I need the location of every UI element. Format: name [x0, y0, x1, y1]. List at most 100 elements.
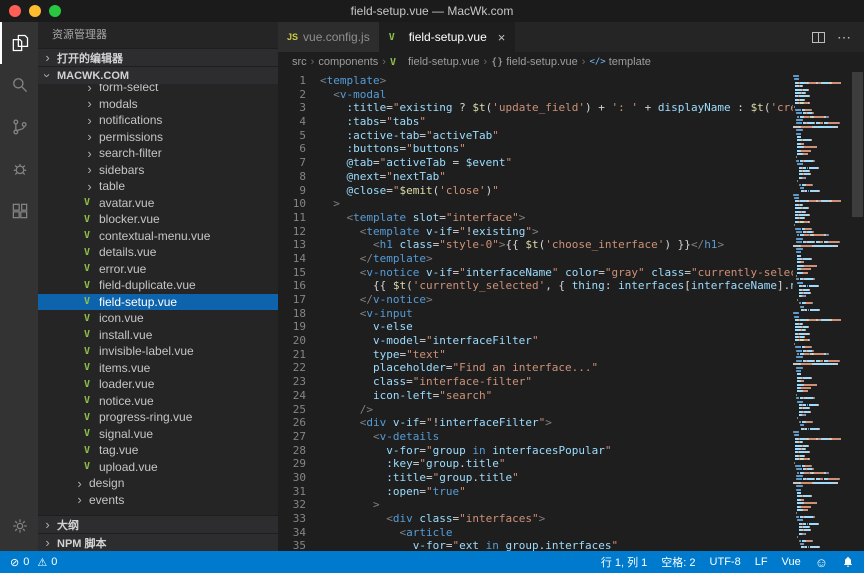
tree-item-form-select[interactable]: ›form-select: [38, 84, 278, 96]
tree-item-details.vue[interactable]: Vdetails.vue: [38, 244, 278, 261]
file-label: icon.vue: [99, 311, 144, 325]
minimize-window-button[interactable]: [29, 5, 41, 17]
tree-item-upload.vue[interactable]: Vupload.vue: [38, 459, 278, 476]
minimap-line: [793, 89, 851, 91]
vue-file-icon: V: [84, 263, 95, 274]
tree-item-contextual-menu.vue[interactable]: Vcontextual-menu.vue: [38, 228, 278, 245]
tree-item-tag.vue[interactable]: Vtag.vue: [38, 442, 278, 459]
minimap-line: [793, 224, 851, 226]
explorer-icon[interactable]: [0, 22, 38, 64]
code-line-20: v-model="interfaceFilter": [320, 334, 793, 348]
tree-item-error.vue[interactable]: Verror.vue: [38, 261, 278, 278]
line-number: 20: [278, 334, 306, 348]
close-window-button[interactable]: [9, 5, 21, 17]
encoding-indicator[interactable]: UTF-8: [710, 556, 741, 568]
scrollbar-thumb[interactable]: [852, 72, 863, 217]
tab-vue.config.js[interactable]: JSvue.config.js: [278, 22, 380, 52]
file-label: loader.vue: [99, 377, 154, 391]
chevron-down-icon: ›: [41, 70, 54, 81]
tab-field-setup.vue[interactable]: Vfield-setup.vue×: [380, 22, 516, 52]
minimap-line: [793, 207, 851, 209]
project-section-header[interactable]: › MACWK.COM: [38, 66, 278, 84]
file-label: field-setup.vue: [99, 295, 177, 309]
minimap[interactable]: [793, 72, 851, 551]
zoom-window-button[interactable]: [49, 5, 61, 17]
tree-item-avatar.vue[interactable]: Vavatar.vue: [38, 195, 278, 212]
breadcrumb-src[interactable]: src: [292, 56, 307, 68]
problems-indicator[interactable]: ⊘ 0 ⚠ 0: [10, 556, 57, 569]
line-number: 11: [278, 211, 306, 225]
npm-scripts-section-header[interactable]: › NPM 脚本: [38, 533, 278, 551]
open-editors-section-header[interactable]: › 打开的编辑器: [38, 48, 278, 66]
breadcrumb-template[interactable]: </>template: [589, 56, 650, 68]
tree-item-design[interactable]: ›design: [38, 475, 278, 492]
feedback-smiley-icon[interactable]: ☺: [815, 555, 828, 570]
breadcrumb-field-setup.vue[interactable]: {}field-setup.vue: [491, 56, 578, 68]
tree-item-invisible-label.vue[interactable]: Vinvisible-label.vue: [38, 343, 278, 360]
minimap-line: [793, 512, 851, 514]
tree-item-modals[interactable]: ›modals: [38, 96, 278, 113]
indentation-setting[interactable]: 空格: 2: [661, 554, 695, 570]
notifications-bell-icon[interactable]: [842, 556, 854, 568]
tree-item-icon.vue[interactable]: Vicon.vue: [38, 310, 278, 327]
chevron-right-icon: ›: [42, 536, 53, 549]
minimap-line: [793, 428, 851, 430]
editor-group: JSvue.config.jsVfield-setup.vue× ⋯ src›c…: [278, 22, 864, 551]
minimap-line: [793, 407, 851, 409]
tree-item-progress-ring.vue[interactable]: Vprogress-ring.vue: [38, 409, 278, 426]
tree-item-notifications[interactable]: ›notifications: [38, 112, 278, 129]
minimap-line: [793, 516, 851, 518]
minimap-line: [793, 275, 851, 277]
minimap-line: [793, 377, 851, 379]
minimap-line: [793, 495, 851, 497]
extensions-icon[interactable]: [0, 190, 38, 232]
minimap-line: [793, 251, 851, 253]
minimap-line: [793, 424, 851, 426]
search-icon[interactable]: [0, 64, 38, 106]
code-line-11: <template slot="interface">: [320, 211, 793, 225]
breadcrumb-components[interactable]: components: [318, 56, 378, 68]
tree-item-search-filter[interactable]: ›search-filter: [38, 145, 278, 162]
tree-item-blocker.vue[interactable]: Vblocker.vue: [38, 211, 278, 228]
code-line-25: />: [320, 403, 793, 417]
minimap-line: [793, 333, 851, 335]
language-mode[interactable]: Vue: [782, 556, 801, 568]
minimap-line: [793, 187, 851, 189]
outline-section-header[interactable]: › 大纲: [38, 515, 278, 533]
chevron-right-icon: ›: [84, 84, 95, 94]
debug-icon[interactable]: [0, 148, 38, 190]
eol-indicator[interactable]: LF: [755, 556, 768, 568]
tree-item-signal.vue[interactable]: Vsignal.vue: [38, 426, 278, 443]
window-title: field-setup.vue — MacWk.com: [351, 4, 514, 18]
tree-item-table[interactable]: ›table: [38, 178, 278, 195]
cursor-position[interactable]: 行 1, 列 1: [601, 554, 647, 570]
tree-item-field-setup.vue[interactable]: Vfield-setup.vue: [38, 294, 278, 311]
vue-file-icon: V: [84, 214, 95, 225]
close-tab-icon[interactable]: ×: [498, 30, 506, 45]
settings-icon[interactable]: [0, 505, 38, 547]
tree-item-field-duplicate.vue[interactable]: Vfield-duplicate.vue: [38, 277, 278, 294]
minimap-line: [793, 499, 851, 501]
tree-item-install.vue[interactable]: Vinstall.vue: [38, 327, 278, 344]
activity-bar-top: [0, 22, 38, 232]
editor[interactable]: 1234567891011121314151617181920212223242…: [278, 72, 864, 551]
tree-item-permissions[interactable]: ›permissions: [38, 129, 278, 146]
minimap-line: [793, 163, 851, 165]
line-number: 2: [278, 88, 306, 102]
vue-file-icon: V: [84, 362, 95, 373]
minimap-line: [793, 106, 851, 108]
split-editor-icon[interactable]: [812, 32, 825, 43]
tree-item-sidebars[interactable]: ›sidebars: [38, 162, 278, 179]
editor-scrollbar[interactable]: [851, 72, 864, 551]
source-control-icon[interactable]: [0, 106, 38, 148]
tree-item-notice.vue[interactable]: Vnotice.vue: [38, 393, 278, 410]
tree-item-events[interactable]: ›events: [38, 492, 278, 509]
minimap-line: [793, 404, 851, 406]
tree-item-items.vue[interactable]: Vitems.vue: [38, 360, 278, 377]
vue-file-icon: V: [84, 280, 95, 291]
vue-file-icon: V: [84, 230, 95, 241]
tree-item-loader.vue[interactable]: Vloader.vue: [38, 376, 278, 393]
breadcrumb-field-setup.vue[interactable]: Vfield-setup.vue: [390, 56, 480, 68]
more-actions-icon[interactable]: ⋯: [837, 29, 852, 46]
line-number: 14: [278, 252, 306, 266]
